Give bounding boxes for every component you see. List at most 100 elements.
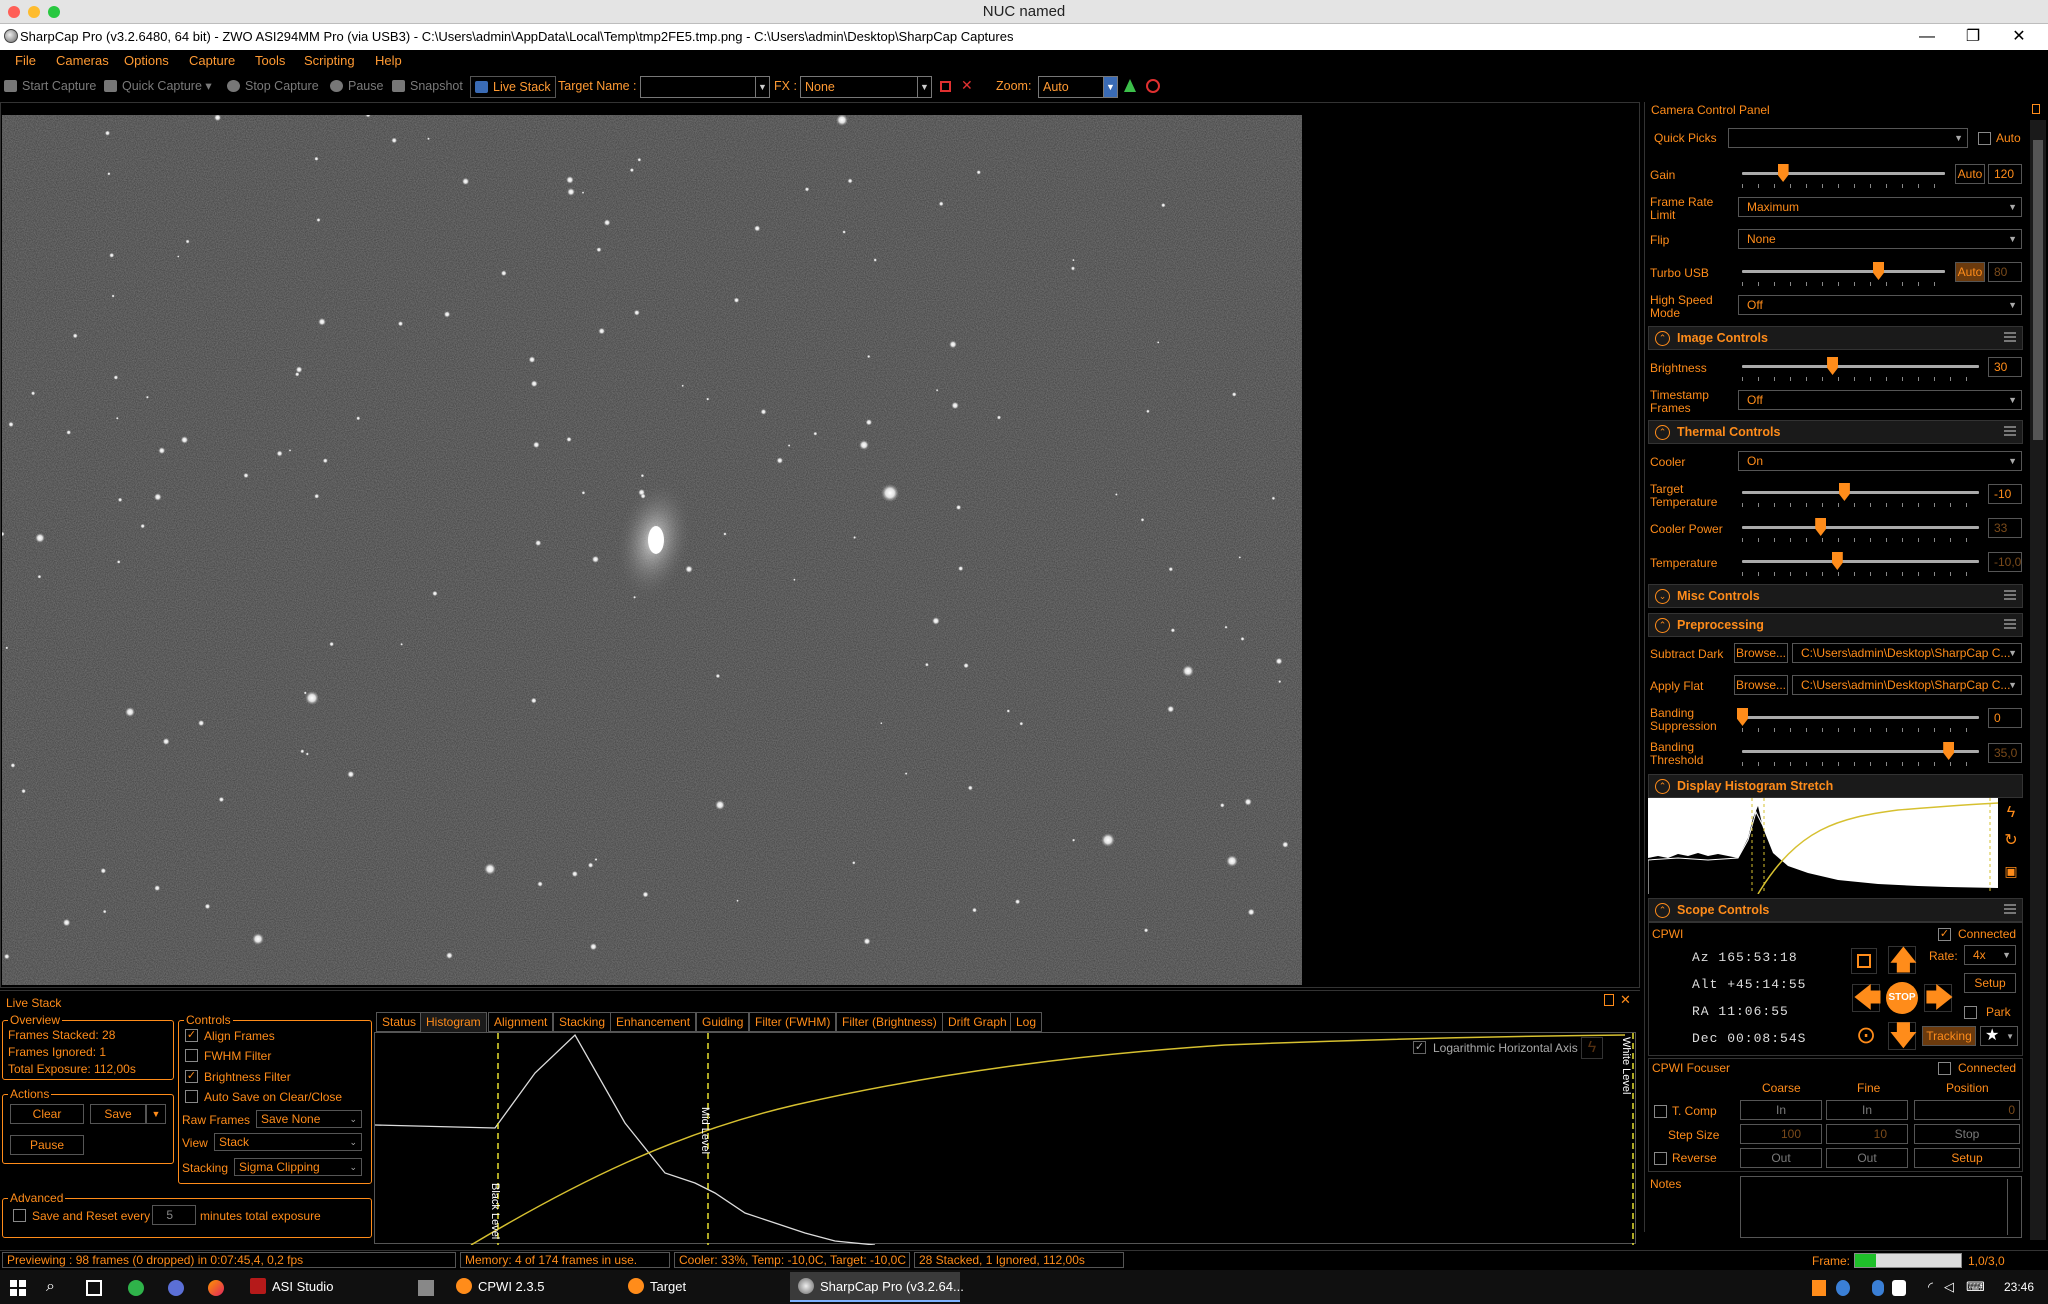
panel-scrollbar[interactable] xyxy=(2030,120,2046,1240)
tab-stacking[interactable]: Stacking xyxy=(553,1012,612,1032)
menu-icon[interactable] xyxy=(2004,619,2016,629)
gain-slider[interactable] xyxy=(1742,172,1945,175)
save-options-button[interactable]: ▼ xyxy=(146,1104,166,1124)
move-north-button[interactable]: 🡅 xyxy=(1888,946,1918,974)
tcomp-checkbox[interactable] xyxy=(1654,1105,1667,1118)
pin-icon[interactable] xyxy=(2032,104,2040,114)
pen-app-icon[interactable] xyxy=(418,1280,434,1296)
high-speed-mode-select[interactable]: Off ▼ xyxy=(1738,295,2022,315)
apply-flat-select[interactable]: C:\Users\admin\Desktop\SharpCap C... ▼ xyxy=(1792,675,2022,695)
frame-rate-select[interactable]: Maximum ▼ xyxy=(1738,197,2022,217)
brightness-value-field[interactable]: 30 xyxy=(1988,357,2022,377)
quick-picks-auto-checkbox[interactable] xyxy=(1978,132,1991,145)
preprocessing-header[interactable]: ⌃ Preprocessing xyxy=(1648,613,2023,637)
auto-save-checkbox[interactable] xyxy=(185,1090,198,1103)
display-histogram-stretch-header[interactable]: ⌃ Display Histogram Stretch xyxy=(1648,774,2023,798)
menu-capture[interactable]: Capture xyxy=(189,53,235,69)
log-axis-checkbox[interactable]: ✓ xyxy=(1413,1041,1426,1054)
tab-status[interactable]: Status xyxy=(376,1012,423,1032)
target-temperature-value-field[interactable]: -10 xyxy=(1988,484,2022,504)
menu-file[interactable]: File xyxy=(15,53,36,69)
histogram-icon[interactable] xyxy=(1124,79,1136,92)
tray-sharpcap-icon[interactable] xyxy=(1812,1280,1826,1296)
tab-guiding[interactable]: Guiding xyxy=(696,1012,750,1032)
live-stack-button[interactable]: Live Stack xyxy=(470,76,556,98)
task-view-icon[interactable] xyxy=(86,1280,102,1296)
close-traffic-light-icon[interactable] xyxy=(8,6,20,18)
scope-connected-checkbox[interactable]: ✓ xyxy=(1938,928,1951,941)
fine-step-field[interactable]: 10 xyxy=(1826,1124,1908,1144)
search-icon[interactable]: ⌕ xyxy=(46,1278,64,1296)
timestamp-frames-select[interactable]: Off ▼ xyxy=(1738,390,2022,410)
move-east-button[interactable]: 🡆 xyxy=(1924,984,1954,1012)
expand-icon[interactable]: ⌄ xyxy=(1655,589,1670,604)
tab-drift-graph[interactable]: Drift Graph xyxy=(942,1012,1013,1032)
mid-level-label[interactable]: Mid Level xyxy=(699,1107,711,1154)
zoom-select[interactable]: Auto ▼ xyxy=(1038,76,1118,98)
close-button[interactable]: ✕ xyxy=(1996,24,2042,50)
tracking-mode-select[interactable]: ★ ▼ xyxy=(1980,1026,2018,1046)
park-checkbox[interactable] xyxy=(1964,1006,1977,1019)
apply-flat-browse-button[interactable]: Browse... xyxy=(1734,675,1788,695)
volume-icon[interactable]: ◁ xyxy=(1944,1280,1960,1294)
stacking-select[interactable]: Sigma Clipping ⌄ xyxy=(234,1158,362,1176)
misc-controls-header[interactable]: ⌄ Misc Controls xyxy=(1648,584,2023,608)
close-icon[interactable]: ✕ xyxy=(1620,993,1634,1007)
flip-select[interactable]: None ▼ xyxy=(1738,229,2022,249)
tab-alignment[interactable]: Alignment xyxy=(488,1012,554,1032)
minimize-button[interactable]: — xyxy=(1904,24,1950,50)
tab-filter-fwhm[interactable]: Filter (FWHM) xyxy=(749,1012,837,1032)
notes-textarea[interactable] xyxy=(1740,1176,2022,1238)
banding-threshold-value-field[interactable]: 35,0 xyxy=(1988,743,2022,763)
taskbar-target[interactable]: Target xyxy=(622,1272,782,1302)
tab-histogram[interactable]: Histogram xyxy=(420,1012,487,1032)
subtract-dark-browse-button[interactable]: Browse... xyxy=(1734,643,1788,663)
save-reset-minutes-field[interactable]: 5 xyxy=(152,1205,196,1225)
pause-button[interactable]: Pause xyxy=(330,78,383,94)
target-icon[interactable]: ⊙ xyxy=(1852,1022,1880,1050)
keyboard-icon[interactable]: ⌨ xyxy=(1966,1280,1985,1294)
app-icon-blue[interactable] xyxy=(168,1280,184,1296)
banding-suppression-value-field[interactable]: 0 xyxy=(1988,708,2022,728)
menu-options[interactable]: Options xyxy=(124,53,169,69)
start-capture-button[interactable]: Start Capture xyxy=(4,78,96,94)
taskbar-cpwi[interactable]: CPWI 2.3.5 xyxy=(450,1272,620,1302)
raw-frames-select[interactable]: Save None ⌄ xyxy=(256,1110,362,1128)
wifi-icon[interactable]: ◜ xyxy=(1928,1280,1944,1294)
clear-button[interactable]: Clear xyxy=(10,1104,84,1124)
shield-icon[interactable] xyxy=(1892,1280,1906,1296)
stack-histogram-panel[interactable]: Black Level Mid Level White Level ✓ Loga… xyxy=(374,1032,1636,1245)
auto-stretch-icon[interactable]: ϟ xyxy=(2002,804,2020,822)
menu-tools[interactable]: Tools xyxy=(255,53,285,69)
view-select[interactable]: Stack ⌄ xyxy=(214,1133,362,1151)
fine-out-button[interactable]: Out xyxy=(1826,1148,1908,1168)
white-level-label[interactable]: White Level xyxy=(1620,1037,1632,1094)
snapshot-button[interactable]: Snapshot xyxy=(392,78,463,94)
menu-help[interactable]: Help xyxy=(375,53,402,69)
gain-value-field[interactable]: 120 xyxy=(1988,164,2022,184)
collapse-icon[interactable]: ⌃ xyxy=(1655,425,1670,440)
zoom-traffic-light-icon[interactable] xyxy=(48,6,60,18)
reset-icon[interactable]: ↻ xyxy=(2002,832,2020,850)
tab-enhancement[interactable]: Enhancement xyxy=(610,1012,697,1032)
cooler-power-slider[interactable] xyxy=(1742,526,1979,529)
collapse-icon[interactable]: ⌃ xyxy=(1655,903,1670,918)
align-frames-checkbox[interactable]: ✓ xyxy=(185,1029,198,1042)
tracking-button[interactable]: Tracking xyxy=(1922,1026,1976,1046)
move-west-button[interactable]: 🡄 xyxy=(1852,984,1882,1012)
tray-app-icon[interactable] xyxy=(1836,1280,1850,1296)
taskbar-sharpcap[interactable]: SharpCap Pro (v3.2.64... xyxy=(790,1272,964,1302)
subtract-dark-select[interactable]: C:\Users\admin\Desktop\SharpCap C... ▼ xyxy=(1792,643,2022,663)
banding-suppression-slider[interactable] xyxy=(1742,716,1979,719)
display-histogram-chart[interactable] xyxy=(1648,798,1998,894)
goto-button[interactable] xyxy=(1851,948,1877,974)
scope-setup-button[interactable]: Setup xyxy=(1964,973,2016,993)
select-area-icon[interactable] xyxy=(940,81,951,92)
notes-scrollbar[interactable] xyxy=(2007,1179,2019,1235)
turbo-usb-auto-button[interactable]: Auto xyxy=(1955,262,1985,282)
quick-picks-select[interactable]: ▼ xyxy=(1728,128,1968,148)
restore-button[interactable]: ❐ xyxy=(1950,24,1996,50)
menu-icon[interactable] xyxy=(2004,332,2016,342)
reverse-checkbox[interactable] xyxy=(1654,1152,1667,1165)
auto-stretch-icon[interactable]: ϟ xyxy=(1581,1037,1603,1059)
